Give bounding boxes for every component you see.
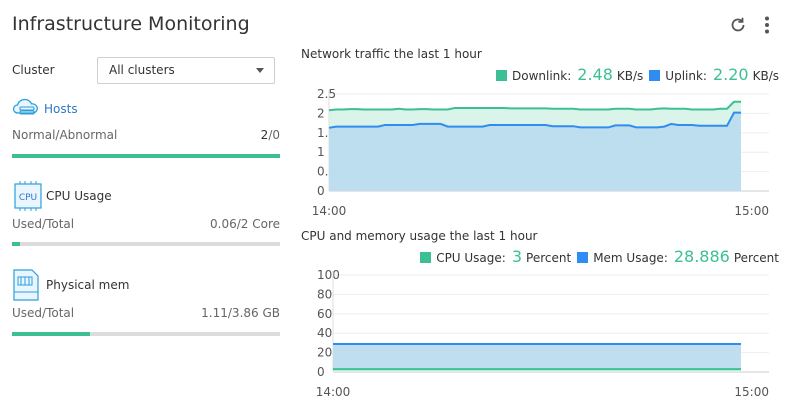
network-legend: Downlink: 2.48 KB/s Uplink: 2.20 KB/s [490, 65, 779, 84]
network-y-tick: 1 [317, 145, 325, 159]
network-x-tick: 14:00 [312, 204, 347, 216]
legend-cpu-usage[interactable]: CPU Usage: 3 Percent [420, 247, 571, 266]
cpu-usage-unit: Percent [526, 251, 572, 265]
uplink-value: 2.20 [712, 65, 749, 84]
mem-usage-swatch [577, 252, 589, 263]
mem-usage-value: 28.886 [673, 247, 730, 266]
refresh-icon[interactable] [727, 14, 749, 36]
network-y-tick: 2.5 [317, 87, 336, 101]
legend-downlink[interactable]: Downlink: 2.48 KB/s [495, 65, 644, 84]
cpu-usage-label: CPU Usage: [436, 251, 506, 265]
cpu-sub: Used/Total 0.06/2 Core [12, 217, 280, 231]
chevron-down-icon [256, 68, 264, 73]
more-vertical-icon[interactable] [756, 14, 778, 36]
cluster-select-value: All clusters [109, 63, 175, 77]
mem-usage-unit: Percent [733, 251, 779, 265]
uplink-label: Uplink: [665, 69, 707, 83]
cluster-select[interactable]: All clusters [97, 57, 275, 84]
mem-value: 1.11/3.86 GB [201, 306, 280, 320]
memory-card-icon [12, 268, 46, 302]
usage-y-tick: 20 [317, 346, 332, 360]
mem-usage-label: Mem Usage: [593, 251, 668, 265]
cpu-usage-value: 3 [511, 247, 523, 266]
cpu-sub-label: Used/Total [12, 217, 75, 231]
usage-chart: 100 80 60 40 20 0 14:00 15:00 [316, 268, 769, 398]
network-chart: 2.521.510.5014:00 15:00 [312, 87, 769, 216]
mem-title: Physical mem [46, 278, 130, 292]
cpu-progress-bar [12, 242, 280, 246]
mem-sub: Used/Total 1.11/3.86 GB [12, 306, 280, 320]
network-x-tick: 15:00 [734, 204, 769, 216]
cpu-icon: CPU [12, 181, 46, 211]
network-y-tick: 2 [317, 106, 325, 120]
cpu-title: CPU Usage [46, 189, 112, 203]
cpu-usage-swatch [420, 252, 432, 263]
mem-progress-fill [12, 332, 90, 336]
usage-legend: CPU Usage: 3 Percent Mem Usage: 28.886 P… [414, 247, 779, 266]
usage-y-tick: 40 [317, 326, 332, 340]
svg-text:CPU: CPU [19, 193, 37, 203]
network-y-tick: 0 [317, 184, 325, 198]
hosts-abnormal-count: /0 [268, 128, 280, 142]
hosts-title: Hosts [44, 102, 78, 116]
hosts-progress-bar [12, 154, 280, 158]
uplink-unit: KB/s [752, 69, 779, 83]
network-downlink-line [328, 100, 741, 112]
cluster-label: Cluster [12, 63, 55, 77]
usage-chart-title: CPU and memory usage the last 1 hour [301, 229, 538, 243]
hosts-progress-fill [12, 154, 280, 158]
uplink-swatch [649, 70, 661, 81]
downlink-value: 2.48 [577, 65, 613, 84]
mem-header: Physical mem [12, 268, 129, 302]
hosts-sub-label: Normal/Abnormal [12, 128, 118, 142]
legend-mem-usage[interactable]: Mem Usage: 28.886 Percent [577, 247, 779, 266]
downlink-unit: KB/s [616, 69, 644, 83]
usage-y-tick: 80 [317, 287, 332, 301]
usage-x-tick: 15:00 [734, 385, 769, 398]
hosts-value: 2/0 [261, 128, 280, 142]
downlink-swatch [495, 70, 507, 81]
network-chart-title: Network traffic the last 1 hour [301, 47, 482, 61]
usage-mem-usage-area [333, 344, 741, 372]
downlink-label: Downlink: [511, 69, 572, 83]
usage-y-tick: 100 [317, 268, 340, 282]
mem-progress-bar [12, 332, 280, 336]
legend-uplink[interactable]: Uplink: 2.20 KB/s [649, 65, 779, 84]
cpu-value: 0.06/2 Core [210, 217, 280, 231]
usage-y-tick: 0 [317, 365, 325, 379]
hosts-sub: Normal/Abnormal 2/0 [12, 128, 280, 142]
cloud-host-icon [12, 96, 44, 122]
card-title: Infrastructure Monitoring [12, 13, 250, 35]
mem-sub-label: Used/Total [12, 306, 75, 320]
cpu-progress-fill [12, 242, 21, 246]
usage-y-tick: 60 [317, 307, 332, 321]
hosts-header: Hosts [12, 96, 78, 122]
cpu-header: CPU CPU Usage [12, 181, 112, 211]
usage-x-tick: 14:00 [316, 385, 351, 398]
